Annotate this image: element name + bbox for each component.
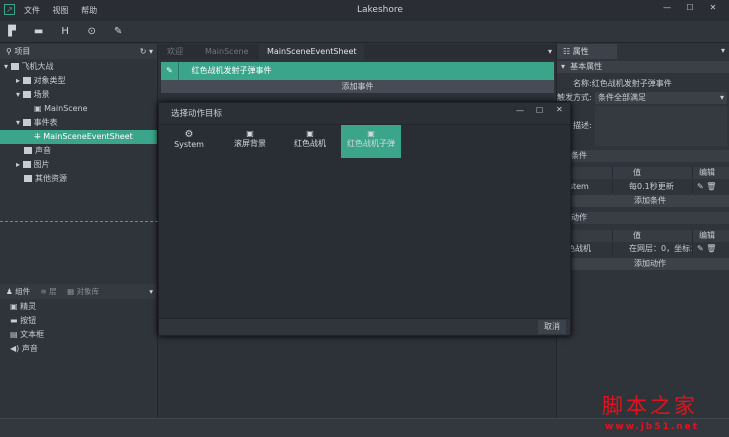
tab-layers[interactable]: ≋ 层 <box>41 287 57 296</box>
dialog-footer: 取消 <box>159 318 570 335</box>
action-row[interactable]: 红色战机 在网层：0，坐标： ✎ 🗑 <box>557 243 729 255</box>
save-icon[interactable]: H <box>58 25 72 39</box>
project-panel-header: ⚲ 项目 ↻ ▾ <box>0 44 157 59</box>
tree-item[interactable]: ▾ 事件表 <box>0 116 157 130</box>
target-red-fighter[interactable]: ▣ 红色战机 <box>280 125 340 158</box>
chevron-down-icon[interactable]: ▾ <box>721 46 725 55</box>
menu-file[interactable]: 文件 <box>24 6 40 15</box>
close-button[interactable]: ✕ <box>706 3 720 12</box>
build-icon[interactable]: ✎ <box>111 25 125 39</box>
tree-item[interactable]: 其他资源 <box>0 172 157 186</box>
trigger-select[interactable]: 条件全部满足 ▾ <box>595 92 727 104</box>
event-label: 红色战机发射子弹事件 <box>191 66 272 75</box>
folder-icon <box>22 77 31 84</box>
tree-item[interactable]: 声音 <box>0 144 157 158</box>
folder-icon <box>22 119 31 126</box>
folder-icon <box>24 147 32 154</box>
dialog-close-button[interactable]: ✕ <box>556 105 563 114</box>
tab-welcome[interactable]: 欢迎 <box>167 44 183 59</box>
textbox-icon: ▤ <box>10 330 21 339</box>
splitter[interactable] <box>0 221 158 222</box>
scene-icon: ▣ <box>34 104 45 113</box>
add-event-button[interactable]: 添加事件 <box>161 80 554 93</box>
menu-help[interactable]: 帮助 <box>81 6 97 15</box>
properties-header: ☷ 属性 <box>557 44 617 59</box>
refresh-icon[interactable]: ↻ ▾ <box>140 44 153 59</box>
add-action-button[interactable]: 添加动作 <box>571 258 729 270</box>
properties-icon: ☷ <box>563 47 573 56</box>
target-red-fighter-bullet[interactable]: ▣ 红色战机子弹 <box>341 125 401 158</box>
dialog-maximize-button[interactable]: ☐ <box>536 106 543 115</box>
project-tree: ▾ 飞机大战 ▸ 对象类型 ▾ 场景 ▣ MainScene ▾ 事件表 ⁜ M… <box>0 59 157 186</box>
dialog-title: 选择动作目标 <box>159 103 570 125</box>
target-scroll-background[interactable]: ▣ 滚屏背景 <box>220 125 280 158</box>
app-logo-icon: ↗ <box>4 4 15 15</box>
folder-icon <box>22 161 31 168</box>
edit-icon[interactable]: ✎ <box>697 244 704 253</box>
new-project-icon[interactable]: ▛ <box>5 25 19 39</box>
object-icon: ▣ <box>246 129 254 138</box>
description-field[interactable] <box>595 106 727 146</box>
folder-icon <box>22 91 31 98</box>
tree-item[interactable]: ▾ 飞机大战 <box>0 60 157 74</box>
tree-item[interactable]: ▸ 对象类型 <box>0 74 157 88</box>
sound-icon: ◀) <box>10 344 22 353</box>
editor-tabs: 欢迎 MainScene MainSceneEventSheet ✕ ▾ <box>159 44 556 74</box>
event-edit-icon: ✎ <box>161 62 179 80</box>
condition-row[interactable]: System 每0.1秒更新 ✎ 🗑 <box>557 181 729 193</box>
delete-icon[interactable]: 🗑 <box>706 244 716 253</box>
target-system[interactable]: ⚙ System <box>159 125 219 158</box>
watermark-logo: 脚本之家 <box>602 394 698 418</box>
tab-object-library[interactable]: ▦ 对象库 <box>67 287 99 296</box>
event-sheet-icon: ⁜ <box>34 132 44 141</box>
actions-table-header: 标 值 编辑 <box>557 230 729 242</box>
trigger-row: 触发方式: 条件全部满足 ▾ <box>557 92 729 104</box>
menu-view[interactable]: 视图 <box>53 6 69 15</box>
actions-header[interactable]: 动作 <box>557 212 729 224</box>
project-panel-title: 项目 <box>14 47 31 56</box>
component-item[interactable]: ◀) 声音 <box>10 342 157 356</box>
title-bar: ↗ 文件 视图 帮助 Lakeshore — ☐ ✕ <box>0 0 729 21</box>
watermark-url: www.jb51.net <box>605 422 700 432</box>
tree-item-selected[interactable]: ⁜ MainSceneEventSheet <box>0 130 157 144</box>
component-item[interactable]: ▣ 精灵 <box>10 300 157 314</box>
tab-components[interactable]: ♟ 组件 <box>6 287 30 296</box>
name-value: 红色战机发射子弹事件 <box>591 79 672 88</box>
play-icon[interactable]: ⊙ <box>85 25 99 39</box>
folder-icon <box>24 175 32 182</box>
dialog-minimize-button[interactable]: — <box>516 106 524 115</box>
gears-icon: ⚙ <box>184 129 194 140</box>
section-basic[interactable]: ▾ 基本属性 <box>557 61 729 73</box>
object-icon: ▣ <box>306 129 314 138</box>
toolbar: ▛ ▬ H ⊙ ✎ <box>0 21 729 43</box>
cancel-button[interactable]: 取消 <box>538 320 566 334</box>
object-icon: ▣ <box>367 129 375 138</box>
button-icon: ▬ <box>10 316 21 325</box>
name-row: 名称:红色战机发射子弹事件 <box>573 79 672 88</box>
properties-panel: ☷ 属性 ▾ ▾ 基本属性 名称:红色战机发射子弹事件 触发方式: 条件全部满足 ▾… <box>556 44 729 418</box>
window-title: Lakeshore <box>357 5 403 15</box>
conditions-header[interactable]: 条件 <box>557 150 729 162</box>
component-item[interactable]: ▤ 文本框 <box>10 328 157 342</box>
delete-icon[interactable]: 🗑 <box>706 182 716 191</box>
maximize-button[interactable]: ☐ <box>683 3 697 12</box>
tabs-dropdown-icon[interactable]: ▾ <box>548 44 552 59</box>
tree-item[interactable]: ▸ 图片 <box>0 158 157 172</box>
sprite-icon: ▣ <box>10 302 21 311</box>
select-action-target-dialog: 选择动作目标 — ☐ ✕ ⚙ System ▣ 滚屏背景 ▣ 红色战机 ▣ 红色战机子弹… <box>158 102 571 336</box>
add-condition-button[interactable]: 添加条件 <box>571 195 729 207</box>
event-row[interactable]: ✎ 红色战机发射子弹事件 <box>161 62 554 80</box>
tree-item[interactable]: ▣ MainScene <box>0 102 157 116</box>
tab-mainscene[interactable]: MainScene <box>205 44 249 59</box>
edit-icon[interactable]: ✎ <box>697 182 704 191</box>
component-item[interactable]: ▬ 按钮 <box>10 314 157 328</box>
tree-item[interactable]: ▾ 场景 <box>0 88 157 102</box>
description-label: 描述: <box>573 121 592 130</box>
components-panel: ♟ 组件 ≋ 层 ▦ 对象库 ▾ ▣ 精灵 ▬ 按钮 ▤ 文本框 ◀) 声音 <box>0 284 158 418</box>
chevron-down-icon[interactable]: ▾ <box>149 284 153 299</box>
minimize-button[interactable]: — <box>660 3 674 12</box>
open-folder-icon[interactable]: ▬ <box>32 25 46 39</box>
conditions-table-header: 标 值 编辑 <box>557 167 729 179</box>
